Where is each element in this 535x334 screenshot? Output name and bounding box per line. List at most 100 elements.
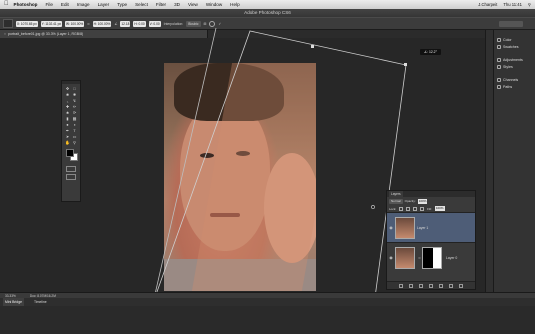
- layers-lock-row: Lock: Fill: 100%: [387, 205, 475, 212]
- fill-field[interactable]: 100%: [434, 206, 445, 211]
- interpolation-select[interactable]: Bicubic: [186, 20, 201, 27]
- visibility-eye-icon[interactable]: ◉: [387, 225, 395, 230]
- styles-panel-icon: [497, 64, 501, 69]
- link-layers-icon[interactable]: [399, 283, 403, 288]
- panel-channels[interactable]: Channels: [494, 76, 535, 83]
- angle-icon: ∠: [114, 21, 118, 26]
- commit-transform-icon[interactable]: ✓: [218, 22, 221, 26]
- delete-layer-icon[interactable]: [459, 283, 463, 288]
- menu-type[interactable]: Type: [117, 2, 127, 7]
- fx-icon[interactable]: [409, 283, 413, 288]
- x-position-field[interactable]: X: 1070.65 px: [16, 20, 38, 27]
- panel-adjustments-label: Adjustments: [503, 57, 523, 62]
- tab-bar-empty: [208, 30, 485, 38]
- angle-field[interactable]: 12.18: [120, 20, 131, 27]
- document-tab-label: portrait_before01.jpg @ 33.3% (Layer 1, …: [8, 32, 84, 36]
- workspace-switcher[interactable]: [499, 21, 523, 27]
- hskew-field[interactable]: H: 0.00: [133, 20, 146, 27]
- lock-all-icon[interactable]: [420, 206, 425, 211]
- interpolation-label: Interpolation:: [163, 21, 184, 26]
- lock-position-icon[interactable]: [413, 206, 418, 211]
- panel-paths[interactable]: Paths: [494, 83, 535, 90]
- lock-label: Lock:: [389, 206, 397, 211]
- menu-layer[interactable]: Layer: [98, 2, 110, 7]
- layer-mask-thumbnail[interactable]: [422, 246, 442, 269]
- layer-name[interactable]: Layer 0: [446, 256, 457, 260]
- lock-transparent-icon[interactable]: [399, 206, 404, 211]
- menu-view[interactable]: View: [188, 2, 198, 7]
- visibility-eye-icon[interactable]: ◉: [387, 255, 395, 260]
- vskew-field[interactable]: V: 0.00: [148, 20, 161, 27]
- color-swatches[interactable]: [64, 149, 78, 163]
- current-tool-icon[interactable]: [3, 19, 13, 28]
- menu-edit[interactable]: Edit: [61, 2, 69, 7]
- layers-tab[interactable]: Layers: [389, 191, 403, 197]
- channels-panel-icon: [497, 77, 501, 82]
- new-layer-icon[interactable]: [449, 283, 453, 288]
- opacity-field[interactable]: 100%: [417, 198, 428, 204]
- panel-swatches[interactable]: Swatches: [494, 43, 535, 50]
- add-mask-icon[interactable]: [419, 283, 423, 288]
- menu-3d[interactable]: 3D: [174, 2, 180, 7]
- panel-styles[interactable]: Styles: [494, 63, 535, 70]
- paths-panel-icon: [497, 84, 501, 89]
- swatches-panel-icon: [497, 44, 501, 49]
- y-position-field[interactable]: Y: 1102.41 px: [40, 20, 62, 27]
- hand-tool-icon[interactable]: ✋: [64, 139, 71, 145]
- spotlight-icon[interactable]: ⚲: [528, 2, 531, 7]
- width-field[interactable]: W: 100.00%: [64, 20, 85, 27]
- document-tab[interactable]: × portrait_before01.jpg @ 33.3% (Layer 1,…: [0, 30, 208, 38]
- height-field[interactable]: H: 100.00%: [92, 20, 112, 27]
- panel-color-label: Color: [503, 37, 512, 42]
- panel-dock: Color Swatches Adjustments Styles Channe…: [493, 30, 535, 292]
- zoom-tool-icon[interactable]: ⚲: [71, 139, 78, 145]
- panel-adjustments[interactable]: Adjustments: [494, 56, 535, 63]
- layers-footer: [387, 281, 475, 289]
- menu-select[interactable]: Select: [135, 2, 148, 7]
- panel-color[interactable]: Color: [494, 36, 535, 43]
- menu-image[interactable]: Image: [77, 2, 90, 7]
- cancel-transform-icon[interactable]: [209, 20, 216, 27]
- foreground-color-swatch[interactable]: [66, 149, 74, 157]
- desktop-background: [0, 306, 535, 334]
- menu-photoshop[interactable]: Photoshop: [14, 2, 38, 7]
- layers-blend-row: Normal Opacity: 100%: [387, 197, 475, 205]
- left-eye: [200, 153, 214, 158]
- lock-pixels-icon[interactable]: [406, 206, 411, 211]
- menu-filter[interactable]: Filter: [156, 2, 166, 7]
- adjustments-panel-icon: [497, 57, 501, 62]
- app-titlebar: Adobe Photoshop CS6: [0, 9, 535, 17]
- collapsed-dock[interactable]: [485, 30, 493, 292]
- tools-panel: ✥ □ ❀ ✸ ⌞ ↯ ✚ ✏ ♣ ⟳ ▮ ▩ ● ◑ ✒ T ➤ ▭ ✋ ⚲: [61, 80, 81, 202]
- link-icon[interactable]: ∞: [87, 22, 89, 26]
- user-name[interactable]: J.Charpeit: [478, 2, 497, 7]
- layer-thumbnail[interactable]: [395, 246, 415, 269]
- apple-icon[interactable]: : [4, 0, 9, 9]
- menu-window[interactable]: Window: [206, 2, 222, 7]
- close-tab-icon[interactable]: ×: [4, 32, 6, 36]
- layer-name[interactable]: Layer 1: [417, 226, 428, 230]
- opacity-label: Opacity:: [404, 199, 416, 203]
- menu-help[interactable]: Help: [230, 2, 239, 7]
- adjustment-layer-icon[interactable]: [429, 283, 433, 288]
- layer-row-layer-1[interactable]: ◉ Layer 1: [387, 212, 475, 242]
- tab-timeline[interactable]: Timeline: [32, 298, 49, 306]
- options-bar: X: 1070.65 px Y: 1102.41 px W: 100.00% ∞…: [0, 17, 535, 30]
- layer-row-layer-0[interactable]: ◉ ∞ Layer 0: [387, 242, 475, 272]
- panel-channels-label: Channels: [503, 77, 519, 82]
- clock[interactable]: Thu 11:41: [503, 2, 522, 7]
- menu-file[interactable]: File: [46, 2, 53, 7]
- screen-mode-icon[interactable]: [66, 174, 76, 180]
- warp-icon[interactable]: ⊞: [204, 22, 207, 26]
- blend-mode-select[interactable]: Normal: [389, 198, 403, 204]
- color-panel-icon: [497, 37, 501, 42]
- fill-label: Fill:: [427, 206, 432, 211]
- tab-mini-bridge[interactable]: Mini Bridge: [3, 298, 24, 306]
- new-group-icon[interactable]: [439, 283, 443, 288]
- quick-mask-icon[interactable]: [66, 166, 76, 172]
- mac-menubar:  Photoshop File Edit Image Layer Type S…: [0, 0, 535, 9]
- layer-thumbnail[interactable]: [395, 216, 415, 239]
- panel-paths-label: Paths: [503, 84, 513, 89]
- panel-styles-label: Styles: [503, 64, 513, 69]
- document-canvas-image[interactable]: [164, 63, 316, 291]
